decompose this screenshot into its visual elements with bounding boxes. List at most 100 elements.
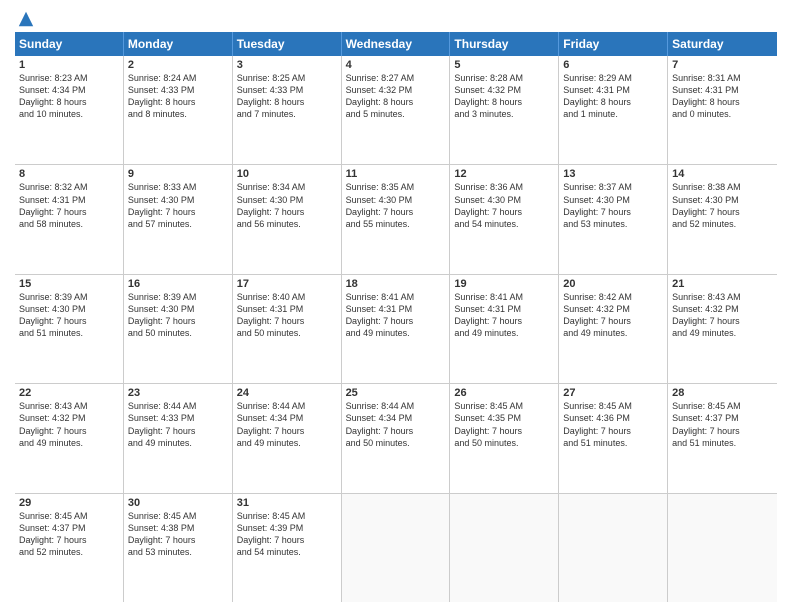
cell-info: Sunrise: 8:35 AMSunset: 4:30 PMDaylight:… bbox=[346, 181, 446, 230]
cell-info: Sunrise: 8:23 AMSunset: 4:34 PMDaylight:… bbox=[19, 72, 119, 121]
calendar-cell: 14Sunrise: 8:38 AMSunset: 4:30 PMDayligh… bbox=[668, 165, 777, 273]
day-number: 24 bbox=[237, 387, 337, 399]
day-number: 5 bbox=[454, 59, 554, 71]
cell-info: Sunrise: 8:45 AMSunset: 4:37 PMDaylight:… bbox=[672, 400, 773, 449]
cell-info: Sunrise: 8:45 AMSunset: 4:39 PMDaylight:… bbox=[237, 510, 337, 559]
cell-info: Sunrise: 8:38 AMSunset: 4:30 PMDaylight:… bbox=[672, 181, 773, 230]
calendar-cell: 6Sunrise: 8:29 AMSunset: 4:31 PMDaylight… bbox=[559, 56, 668, 164]
day-number: 17 bbox=[237, 278, 337, 290]
calendar-cell: 7Sunrise: 8:31 AMSunset: 4:31 PMDaylight… bbox=[668, 56, 777, 164]
calendar-cell: 22Sunrise: 8:43 AMSunset: 4:32 PMDayligh… bbox=[15, 384, 124, 492]
calendar-cell: 31Sunrise: 8:45 AMSunset: 4:39 PMDayligh… bbox=[233, 494, 342, 602]
calendar-cell: 21Sunrise: 8:43 AMSunset: 4:32 PMDayligh… bbox=[668, 275, 777, 383]
calendar-cell: 11Sunrise: 8:35 AMSunset: 4:30 PMDayligh… bbox=[342, 165, 451, 273]
cal-header-day: Saturday bbox=[668, 32, 777, 56]
calendar-cell: 19Sunrise: 8:41 AMSunset: 4:31 PMDayligh… bbox=[450, 275, 559, 383]
cell-info: Sunrise: 8:27 AMSunset: 4:32 PMDaylight:… bbox=[346, 72, 446, 121]
cell-info: Sunrise: 8:39 AMSunset: 4:30 PMDaylight:… bbox=[19, 291, 119, 340]
cell-info: Sunrise: 8:44 AMSunset: 4:33 PMDaylight:… bbox=[128, 400, 228, 449]
calendar-cell: 26Sunrise: 8:45 AMSunset: 4:35 PMDayligh… bbox=[450, 384, 559, 492]
calendar-cell: 3Sunrise: 8:25 AMSunset: 4:33 PMDaylight… bbox=[233, 56, 342, 164]
day-number: 16 bbox=[128, 278, 228, 290]
calendar: SundayMondayTuesdayWednesdayThursdayFrid… bbox=[15, 32, 777, 602]
cell-info: Sunrise: 8:33 AMSunset: 4:30 PMDaylight:… bbox=[128, 181, 228, 230]
cell-info: Sunrise: 8:24 AMSunset: 4:33 PMDaylight:… bbox=[128, 72, 228, 121]
cell-info: Sunrise: 8:36 AMSunset: 4:30 PMDaylight:… bbox=[454, 181, 554, 230]
cell-info: Sunrise: 8:42 AMSunset: 4:32 PMDaylight:… bbox=[563, 291, 663, 340]
cal-header-day: Thursday bbox=[450, 32, 559, 56]
day-number: 22 bbox=[19, 387, 119, 399]
day-number: 21 bbox=[672, 278, 773, 290]
day-number: 9 bbox=[128, 168, 228, 180]
day-number: 13 bbox=[563, 168, 663, 180]
cell-info: Sunrise: 8:45 AMSunset: 4:38 PMDaylight:… bbox=[128, 510, 228, 559]
cell-info: Sunrise: 8:28 AMSunset: 4:32 PMDaylight:… bbox=[454, 72, 554, 121]
cal-header-day: Wednesday bbox=[342, 32, 451, 56]
calendar-header: SundayMondayTuesdayWednesdayThursdayFrid… bbox=[15, 32, 777, 56]
calendar-cell bbox=[450, 494, 559, 602]
calendar-week-row: 8Sunrise: 8:32 AMSunset: 4:31 PMDaylight… bbox=[15, 165, 777, 274]
day-number: 8 bbox=[19, 168, 119, 180]
calendar-cell: 5Sunrise: 8:28 AMSunset: 4:32 PMDaylight… bbox=[450, 56, 559, 164]
page: SundayMondayTuesdayWednesdayThursdayFrid… bbox=[0, 0, 792, 612]
day-number: 20 bbox=[563, 278, 663, 290]
calendar-cell bbox=[668, 494, 777, 602]
cell-info: Sunrise: 8:44 AMSunset: 4:34 PMDaylight:… bbox=[346, 400, 446, 449]
day-number: 3 bbox=[237, 59, 337, 71]
calendar-cell: 25Sunrise: 8:44 AMSunset: 4:34 PMDayligh… bbox=[342, 384, 451, 492]
calendar-cell: 12Sunrise: 8:36 AMSunset: 4:30 PMDayligh… bbox=[450, 165, 559, 273]
calendar-cell: 29Sunrise: 8:45 AMSunset: 4:37 PMDayligh… bbox=[15, 494, 124, 602]
calendar-cell: 10Sunrise: 8:34 AMSunset: 4:30 PMDayligh… bbox=[233, 165, 342, 273]
calendar-cell bbox=[559, 494, 668, 602]
day-number: 4 bbox=[346, 59, 446, 71]
calendar-week-row: 1Sunrise: 8:23 AMSunset: 4:34 PMDaylight… bbox=[15, 56, 777, 165]
calendar-cell: 13Sunrise: 8:37 AMSunset: 4:30 PMDayligh… bbox=[559, 165, 668, 273]
calendar-cell: 2Sunrise: 8:24 AMSunset: 4:33 PMDaylight… bbox=[124, 56, 233, 164]
calendar-cell: 15Sunrise: 8:39 AMSunset: 4:30 PMDayligh… bbox=[15, 275, 124, 383]
cell-info: Sunrise: 8:37 AMSunset: 4:30 PMDaylight:… bbox=[563, 181, 663, 230]
cell-info: Sunrise: 8:45 AMSunset: 4:35 PMDaylight:… bbox=[454, 400, 554, 449]
cal-header-day: Sunday bbox=[15, 32, 124, 56]
day-number: 28 bbox=[672, 387, 773, 399]
calendar-week-row: 29Sunrise: 8:45 AMSunset: 4:37 PMDayligh… bbox=[15, 494, 777, 602]
day-number: 10 bbox=[237, 168, 337, 180]
calendar-cell: 4Sunrise: 8:27 AMSunset: 4:32 PMDaylight… bbox=[342, 56, 451, 164]
cell-info: Sunrise: 8:29 AMSunset: 4:31 PMDaylight:… bbox=[563, 72, 663, 121]
day-number: 23 bbox=[128, 387, 228, 399]
cal-header-day: Monday bbox=[124, 32, 233, 56]
header bbox=[15, 10, 777, 24]
cell-info: Sunrise: 8:25 AMSunset: 4:33 PMDaylight:… bbox=[237, 72, 337, 121]
day-number: 11 bbox=[346, 168, 446, 180]
day-number: 25 bbox=[346, 387, 446, 399]
day-number: 18 bbox=[346, 278, 446, 290]
calendar-cell: 24Sunrise: 8:44 AMSunset: 4:34 PMDayligh… bbox=[233, 384, 342, 492]
day-number: 12 bbox=[454, 168, 554, 180]
calendar-cell: 9Sunrise: 8:33 AMSunset: 4:30 PMDaylight… bbox=[124, 165, 233, 273]
calendar-cell: 23Sunrise: 8:44 AMSunset: 4:33 PMDayligh… bbox=[124, 384, 233, 492]
cell-info: Sunrise: 8:43 AMSunset: 4:32 PMDaylight:… bbox=[19, 400, 119, 449]
day-number: 26 bbox=[454, 387, 554, 399]
calendar-cell: 18Sunrise: 8:41 AMSunset: 4:31 PMDayligh… bbox=[342, 275, 451, 383]
calendar-cell: 1Sunrise: 8:23 AMSunset: 4:34 PMDaylight… bbox=[15, 56, 124, 164]
cell-info: Sunrise: 8:40 AMSunset: 4:31 PMDaylight:… bbox=[237, 291, 337, 340]
day-number: 2 bbox=[128, 59, 228, 71]
day-number: 27 bbox=[563, 387, 663, 399]
cal-header-day: Friday bbox=[559, 32, 668, 56]
cell-info: Sunrise: 8:31 AMSunset: 4:31 PMDaylight:… bbox=[672, 72, 773, 121]
calendar-cell: 17Sunrise: 8:40 AMSunset: 4:31 PMDayligh… bbox=[233, 275, 342, 383]
cell-info: Sunrise: 8:41 AMSunset: 4:31 PMDaylight:… bbox=[454, 291, 554, 340]
cell-info: Sunrise: 8:41 AMSunset: 4:31 PMDaylight:… bbox=[346, 291, 446, 340]
day-number: 1 bbox=[19, 59, 119, 71]
calendar-cell: 28Sunrise: 8:45 AMSunset: 4:37 PMDayligh… bbox=[668, 384, 777, 492]
day-number: 6 bbox=[563, 59, 663, 71]
calendar-body: 1Sunrise: 8:23 AMSunset: 4:34 PMDaylight… bbox=[15, 56, 777, 602]
calendar-cell: 8Sunrise: 8:32 AMSunset: 4:31 PMDaylight… bbox=[15, 165, 124, 273]
calendar-week-row: 22Sunrise: 8:43 AMSunset: 4:32 PMDayligh… bbox=[15, 384, 777, 493]
calendar-cell: 20Sunrise: 8:42 AMSunset: 4:32 PMDayligh… bbox=[559, 275, 668, 383]
logo-text bbox=[15, 10, 35, 28]
calendar-cell: 27Sunrise: 8:45 AMSunset: 4:36 PMDayligh… bbox=[559, 384, 668, 492]
cell-info: Sunrise: 8:45 AMSunset: 4:36 PMDaylight:… bbox=[563, 400, 663, 449]
cell-info: Sunrise: 8:34 AMSunset: 4:30 PMDaylight:… bbox=[237, 181, 337, 230]
calendar-cell bbox=[342, 494, 451, 602]
logo bbox=[15, 10, 35, 24]
